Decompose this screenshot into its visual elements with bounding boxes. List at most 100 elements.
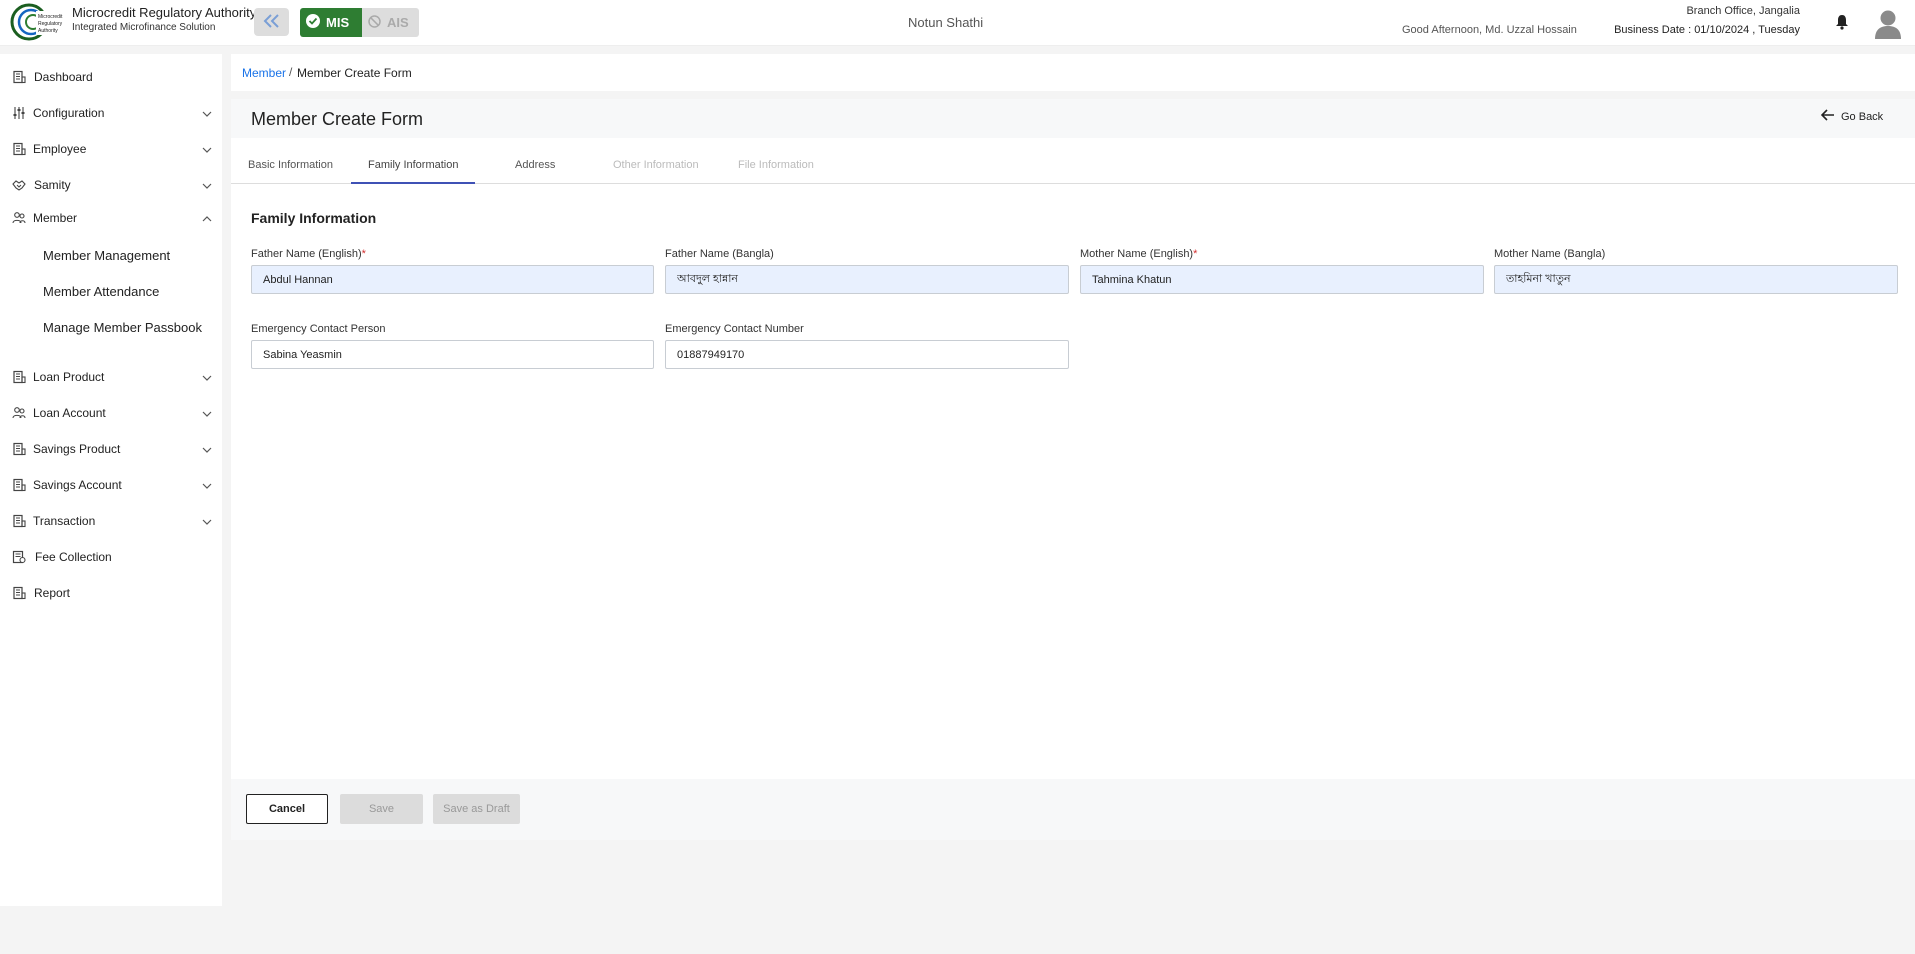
sidebar-item-label: Savings Product (33, 442, 121, 456)
chevron-down-icon (202, 444, 212, 454)
form-actions-bar: Cancel Save Save as Draft (231, 779, 1915, 840)
top-header: Microcredit Regulatory Authority Microcr… (0, 0, 1915, 46)
ais-label: AIS (387, 15, 409, 30)
svg-text:Microcredit: Microcredit (38, 14, 63, 20)
arrow-left-icon (1820, 109, 1835, 124)
sidebar-item-report[interactable]: Report (0, 579, 222, 607)
go-back-button[interactable]: Go Back (1820, 109, 1884, 124)
sidebar-item-configuration[interactable]: Configuration (0, 99, 222, 127)
sidebar-item-label: Dashboard (34, 70, 93, 84)
sliders-icon (12, 106, 26, 120)
people-icon (12, 406, 26, 420)
chevron-down-icon (202, 480, 212, 490)
mis-label: MIS (326, 15, 350, 30)
breadcrumb-link-member[interactable]: Member (242, 66, 286, 80)
mra-logo: Microcredit Regulatory Authority (10, 3, 66, 41)
sidebar-item-label: Transaction (33, 514, 96, 528)
sidebar-item-transaction[interactable]: Transaction (0, 507, 222, 535)
sidebar: Dashboard Configuration Employee Samity … (0, 54, 222, 906)
sidebar-item-dashboard[interactable]: Dashboard (0, 63, 222, 91)
main-panel: Member Create Form Go Back Basic Informa… (231, 99, 1915, 840)
branch-name: Branch Office, Jangalia (1686, 5, 1800, 17)
father-name-english-label: Father Name (English)* (251, 248, 366, 260)
required-asterisk: * (361, 248, 366, 260)
sidebar-item-savings-product[interactable]: Savings Product (0, 435, 222, 463)
ais-toggle-button[interactable]: AIS (362, 8, 419, 37)
chevron-down-icon (202, 408, 212, 418)
tab-family-information[interactable]: Family Information (368, 159, 458, 171)
chevron-down-icon (202, 372, 212, 382)
app-title: Notun Shathi (908, 15, 984, 30)
mother-name-english-label: Mother Name (English)* (1080, 248, 1198, 260)
sidebar-item-loan-account[interactable]: Loan Account (0, 399, 222, 427)
notification-bell-icon[interactable] (1835, 14, 1849, 33)
tab-basic-information[interactable]: Basic Information (248, 159, 333, 171)
tab-address[interactable]: Address (515, 159, 555, 171)
sidebar-subitem-member-attendance[interactable]: Member Attendance (43, 284, 159, 299)
building-icon (12, 586, 26, 600)
building-icon (12, 370, 26, 384)
building-icon (12, 478, 26, 492)
sidebar-item-label: Configuration (33, 106, 105, 120)
handshake-icon (12, 178, 26, 192)
emergency-contact-person-input[interactable] (251, 340, 654, 369)
father-name-bangla-input[interactable] (665, 265, 1069, 294)
check-circle-icon (306, 14, 320, 31)
sidebar-item-label: Loan Account (33, 406, 106, 420)
form-tabs: Basic Information Family Information Add… (231, 149, 1915, 184)
sidebar-item-label: Savings Account (33, 478, 122, 492)
ban-icon (368, 14, 381, 31)
mother-name-english-input[interactable] (1080, 265, 1484, 294)
sidebar-item-member[interactable]: Member (0, 204, 222, 232)
svg-text:Authority: Authority (38, 28, 58, 34)
svg-text:Regulatory: Regulatory (38, 21, 63, 27)
user-avatar[interactable] (1873, 7, 1903, 39)
sidebar-item-label: Report (34, 586, 71, 600)
user-greeting: Good Afternoon, Md. Uzzal Hossain (1402, 24, 1577, 36)
sidebar-item-samity[interactable]: Samity (0, 171, 222, 199)
sidebar-item-fee-collection[interactable]: Fee Collection (0, 543, 222, 571)
building-icon (12, 442, 26, 456)
fee-icon (12, 550, 26, 564)
breadcrumb-separator: / (289, 65, 293, 79)
go-back-label: Go Back (1841, 110, 1884, 123)
emergency-contact-person-label: Emergency Contact Person (251, 323, 386, 335)
active-tab-indicator (351, 182, 475, 184)
required-asterisk: * (1193, 248, 1198, 260)
breadcrumb: Member / Member Create Form (231, 54, 1915, 91)
cancel-button[interactable]: Cancel (246, 794, 328, 824)
save-button: Save (340, 794, 423, 824)
chevron-up-icon (202, 213, 212, 223)
building-icon (12, 142, 26, 156)
chevron-down-icon (202, 516, 212, 526)
chevron-down-icon (202, 180, 212, 190)
double-chevron-left-icon (262, 13, 282, 32)
breadcrumb-current: Member Create Form (297, 66, 412, 80)
page-title-bar: Member Create Form Go Back (231, 99, 1915, 138)
tab-file-information: File Information (738, 159, 814, 171)
page-title: Member Create Form (251, 109, 424, 129)
tab-other-information: Other Information (613, 159, 699, 171)
sidebar-item-label: Samity (34, 178, 71, 192)
sidebar-item-label: Loan Product (33, 370, 105, 384)
sidebar-subitem-manage-member-passbook[interactable]: Manage Member Passbook (43, 320, 202, 335)
building-icon (12, 70, 26, 84)
emergency-contact-number-input[interactable] (665, 340, 1069, 369)
section-title: Family Information (251, 210, 377, 226)
mother-name-bangla-input[interactable] (1494, 265, 1898, 294)
sidebar-item-label: Employee (33, 142, 87, 156)
people-icon (12, 211, 26, 225)
chevron-down-icon (202, 144, 212, 154)
building-icon (12, 514, 26, 528)
org-subtitle: Integrated Microfinance Solution (72, 22, 216, 33)
sidebar-item-savings-account[interactable]: Savings Account (0, 471, 222, 499)
sidebar-item-employee[interactable]: Employee (0, 135, 222, 163)
father-name-english-input[interactable] (251, 265, 654, 294)
sidebar-collapse-button[interactable] (254, 8, 289, 36)
sidebar-item-loan-product[interactable]: Loan Product (0, 363, 222, 391)
emergency-contact-number-label: Emergency Contact Number (665, 323, 804, 335)
sidebar-item-label: Member (33, 211, 78, 225)
business-date: Business Date : 01/10/2024 , Tuesday (1614, 24, 1800, 36)
sidebar-subitem-member-management[interactable]: Member Management (43, 248, 170, 263)
mis-toggle-button[interactable]: MIS (300, 8, 362, 37)
